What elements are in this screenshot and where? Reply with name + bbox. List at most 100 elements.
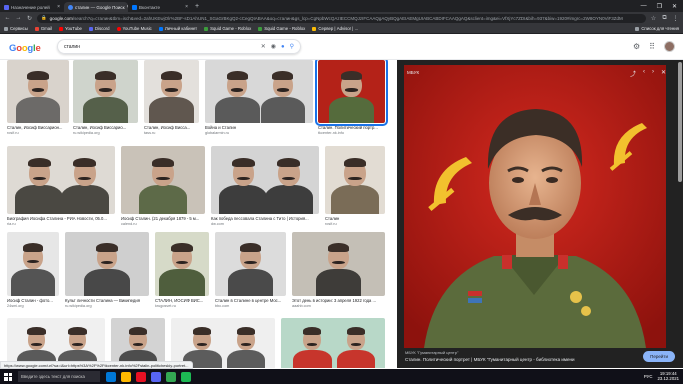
tab-google-search[interactable]: сталин — Google Поиск ×: [64, 2, 128, 12]
result-thumbnail[interactable]: [215, 232, 286, 296]
result-thumbnail[interactable]: [315, 60, 388, 126]
extensions-icon[interactable]: ⧉: [661, 15, 668, 22]
taskbar-app-icon[interactable]: [181, 371, 191, 382]
result-caption[interactable]: Сталин. Политический портр...: [318, 125, 385, 130]
result-tile[interactable]: Этот день в истории: 3 апреля 1922 года …: [292, 232, 385, 308]
result-caption[interactable]: Иосиф Сталин - фото...: [7, 298, 59, 303]
minimize-button[interactable]: —: [641, 3, 647, 10]
bookmark-discord[interactable]: Discord: [88, 26, 110, 31]
mic-icon[interactable]: ●: [281, 44, 285, 50]
result-caption[interactable]: Сталин в Сталине в центре Мос...: [215, 298, 286, 303]
result-caption[interactable]: Сталин, Иосиф Виссарио...: [73, 125, 138, 130]
scrollbar[interactable]: [678, 62, 682, 182]
result-tile-selected[interactable]: Сталин. Политический портр... tkcenter-nk…: [315, 60, 388, 135]
result-caption[interactable]: Как победа пессовала Сталина с Тито | Ис…: [211, 216, 319, 221]
clear-search-icon[interactable]: ✕: [261, 43, 266, 50]
bookmark-squid-game[interactable]: Squid Game - Roblox: [204, 26, 251, 31]
result-tile[interactable]: [281, 318, 385, 368]
result-thumbnail[interactable]: [7, 146, 115, 214]
result-thumbnail[interactable]: [73, 60, 138, 123]
result-tile[interactable]: Сталин в Сталине в центре Мос... bbc.com: [215, 232, 286, 308]
settings-gear-icon[interactable]: ⚙: [633, 42, 640, 51]
preview-image[interactable]: [404, 65, 666, 348]
result-tile[interactable]: Иосиф Сталин - фото... 24smi.org: [7, 232, 59, 308]
result-caption[interactable]: Сталин, Иосиф Висса...: [144, 125, 199, 130]
back-button[interactable]: ←: [4, 15, 11, 21]
result-caption[interactable]: Сталин, Иосиф Виссарион...: [7, 125, 69, 130]
tab-close-icon[interactable]: ×: [57, 4, 60, 10]
reading-list[interactable]: Список для чтения: [635, 26, 679, 31]
close-icon[interactable]: ✕: [661, 69, 666, 78]
result-tile[interactable]: Как победа пессовала Сталина с Тито | Ис…: [211, 146, 319, 226]
result-caption[interactable]: Культ личности Сталина — Википедия: [65, 298, 149, 303]
result-caption[interactable]: СТАЛИН, ИОСИФ ВИС...: [155, 298, 209, 303]
figure-shape: [83, 96, 128, 123]
clock[interactable]: 19:19:44 23.12.2021: [657, 371, 679, 381]
result-thumbnail[interactable]: [7, 232, 59, 296]
result-caption[interactable]: Сталин: [325, 216, 385, 221]
result-thumbnail[interactable]: [155, 232, 209, 296]
result-caption[interactable]: Война и Сталин: [205, 125, 313, 130]
bookmark-squid-game-2[interactable]: Squid Game - Roblox: [258, 26, 305, 31]
language-indicator[interactable]: РУС: [644, 374, 653, 379]
taskbar-app-icon[interactable]: [121, 371, 131, 382]
bookmark-youtube-music[interactable]: YouTube Music: [116, 26, 152, 31]
camera-icon[interactable]: ◉: [271, 43, 276, 50]
bookmark-youtube[interactable]: YouTube: [59, 26, 82, 31]
windows-start-icon[interactable]: [4, 372, 12, 381]
maximize-button[interactable]: ❐: [657, 3, 662, 10]
result-tile[interactable]: Иосиф Сталин. (21 декабря 1879 - 5 м... c…: [121, 146, 205, 226]
taskbar-app-icon[interactable]: [151, 371, 161, 382]
taskbar-app-icon[interactable]: [136, 371, 146, 382]
result-thumbnail[interactable]: [292, 232, 385, 296]
star-icon[interactable]: ☆: [650, 15, 657, 22]
result-tile[interactable]: Культ личности Сталина — Википедия ru.wik…: [65, 232, 149, 308]
google-logo[interactable]: Google: [9, 43, 41, 54]
bookmark-gmail[interactable]: Gmail: [34, 26, 52, 31]
result-tile[interactable]: Война и Сталин globalarmin.ru: [205, 60, 313, 135]
result-tile[interactable]: Сталин, Иосиф Виссарион... rosif.ru: [7, 60, 69, 135]
search-input[interactable]: сталин: [64, 44, 256, 50]
apps-grid-icon[interactable]: ⠿: [649, 42, 655, 51]
search-box[interactable]: сталин ✕ ◉ ● ⚲: [57, 39, 301, 54]
address-bar[interactable]: 🔒 google.com /search?q=сталин&tbm=isch&v…: [37, 13, 646, 23]
result-caption[interactable]: Этот день в истории: 3 апреля 1922 года …: [292, 298, 385, 303]
reload-button[interactable]: ↻: [26, 15, 33, 22]
tab-close-icon[interactable]: ×: [185, 4, 188, 10]
bookmark-server[interactable]: Сервер | Advisor | ...: [312, 26, 358, 31]
result-thumbnail[interactable]: [65, 232, 149, 296]
taskbar-search[interactable]: Введите здесь текст для поиска: [18, 371, 100, 382]
new-tab-button[interactable]: +: [195, 3, 199, 10]
close-window-button[interactable]: ✕: [672, 3, 677, 10]
prev-image-icon[interactable]: ‹: [643, 69, 645, 78]
panel-title[interactable]: Сталин. Политический портрет | МБУК "Гум…: [405, 357, 574, 362]
result-thumbnail[interactable]: [281, 318, 385, 368]
goto-button[interactable]: Перейти: [643, 350, 675, 362]
menu-icon[interactable]: ⋮: [672, 15, 679, 22]
result-tile[interactable]: Биография Иосифа Сталина - РИА Новости, …: [7, 146, 115, 226]
next-image-icon[interactable]: ›: [652, 69, 654, 78]
result-thumbnail[interactable]: [205, 60, 313, 123]
result-thumbnail[interactable]: [7, 60, 69, 123]
search-icon[interactable]: ⚲: [290, 43, 294, 50]
tab-roles[interactable]: Назначение ролей ×: [0, 2, 64, 12]
result-tile[interactable]: Сталин, Иосиф Виссарио... ru.wikipedia.or…: [73, 60, 138, 135]
result-caption[interactable]: Биография Иосифа Сталина - РИА Новости, …: [7, 216, 115, 221]
result-tile[interactable]: СТАЛИН, ИОСИФ ВИС... krugosvet.ru: [155, 232, 209, 308]
result-tile[interactable]: Сталин rosif.ru: [325, 146, 385, 226]
result-thumbnail[interactable]: [121, 146, 205, 214]
result-thumbnail[interactable]: [325, 146, 385, 214]
taskbar-app-icon[interactable]: [166, 371, 176, 382]
tab-vkontakte[interactable]: Вконтакте ×: [128, 2, 192, 12]
bookmark-services[interactable]: Сервисы: [4, 26, 28, 31]
panel-source-site[interactable]: МБУК "Гуманитарный центр": [405, 350, 574, 355]
avatar[interactable]: [664, 41, 675, 52]
taskbar-app-icon[interactable]: [106, 371, 116, 382]
result-thumbnail[interactable]: [211, 146, 319, 214]
forward-button[interactable]: →: [15, 15, 22, 21]
result-caption[interactable]: Иосиф Сталин. (21 декабря 1879 - 5 м...: [121, 216, 205, 221]
result-tile[interactable]: Сталин, Иосиф Висса... tass.ru: [144, 60, 199, 135]
share-icon[interactable]: ⤴: [630, 69, 636, 78]
result-thumbnail[interactable]: [144, 60, 199, 123]
bookmark-cabinet[interactable]: Личный кабинет: [158, 26, 197, 31]
